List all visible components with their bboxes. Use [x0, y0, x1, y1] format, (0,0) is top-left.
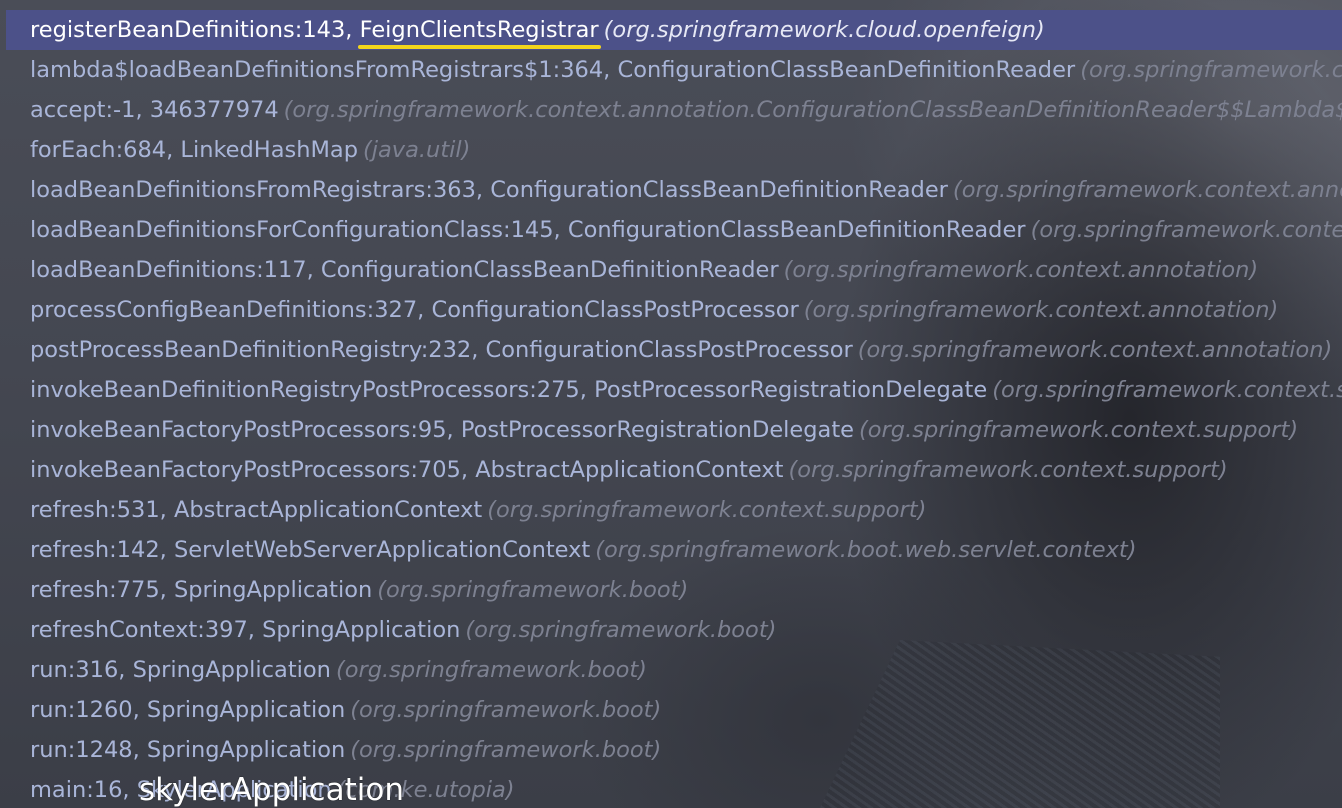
frame-class: PostProcessorRegistrationDelegate	[594, 377, 988, 403]
frame-package: (org.springframework.boot)	[335, 657, 647, 683]
frame-item[interactable]: lambda$loadBeanDefinitionsFromRegistrars…	[0, 50, 1342, 90]
frame-method: run:1248,	[30, 737, 147, 763]
frame-method: invokeBeanFactoryPostProcessors:705,	[30, 457, 476, 483]
frame-package: (org.springframework.context.support)	[788, 457, 1228, 483]
frame-method: refresh:775,	[30, 577, 174, 603]
frame-method: accept:-1,	[30, 97, 150, 123]
frame-method: forEach:684,	[30, 137, 181, 163]
frame-item[interactable]: loadBeanDefinitionsForConfigurationClass…	[0, 210, 1342, 250]
frame-class: ConfigurationClassPostProcessor	[485, 337, 853, 363]
frame-item[interactable]: refresh:142, ServletWebServerApplication…	[0, 530, 1342, 570]
frame-package: (org.springframework.context.support)	[992, 377, 1342, 403]
frame-item[interactable]: invokeBeanFactoryPostProcessors:95, Post…	[0, 410, 1342, 450]
frame-class: ConfigurationClassBeanDefinitionReader	[617, 57, 1076, 83]
frame-class: AbstractApplicationContext	[475, 457, 784, 483]
frame-method: run:1260,	[30, 697, 147, 723]
frame-class: LinkedHashMap	[180, 137, 358, 163]
frame-class-highlighted: FeignClientsRegistrar	[357, 10, 601, 50]
frame-item[interactable]: processConfigBeanDefinitions:327, Config…	[0, 290, 1342, 330]
frame-class: ConfigurationClassBeanDefinitionReader	[320, 257, 779, 283]
frame-package: (java.util)	[362, 137, 471, 163]
frame-method: lambda$loadBeanDefinitionsFromRegistrars…	[30, 57, 618, 83]
frame-class: SpringApplication	[262, 617, 461, 643]
frame-class: SpringApplication	[146, 697, 346, 723]
frame-item[interactable]: postProcessBeanDefinitionRegistry:232, C…	[0, 330, 1342, 370]
frame-method: loadBeanDefinitions:117,	[30, 257, 321, 283]
frame-package: (org.springframework.context.annotation)	[783, 257, 1259, 283]
frame-method: run:316,	[30, 657, 133, 683]
frame-item[interactable]: run:316, SpringApplication (org.springfra…	[0, 650, 1342, 690]
frame-package: (org.springframework.context.annotation)	[952, 177, 1342, 203]
frame-item[interactable]: refresh:531, AbstractApplicationContext(…	[0, 490, 1342, 530]
frame-item[interactable]: run:1260, SpringApplication (org.springfr…	[0, 690, 1342, 730]
frame-package: (org.springframework.context.annotation)	[857, 337, 1333, 363]
frame-package: (org.springframework.cloud.openfeign)	[603, 17, 1045, 43]
frame-item[interactable]: forEach:684, LinkedHashMap (java.util)	[0, 130, 1342, 170]
frame-package: (org.springframework.context.annotation)	[1030, 217, 1342, 243]
frame-package: (org.springframework.boot.web.servlet.co…	[595, 537, 1137, 563]
frame-item[interactable]: run:1248, SpringApplication (org.springfr…	[0, 730, 1342, 770]
frame-package: (org.springframework.boot)	[377, 577, 689, 603]
frame-item-selected[interactable]: registerBeanDefinitions:143, FeignClient…	[6, 10, 1342, 50]
overlay-caption: skylerApplication	[139, 772, 404, 808]
frame-package: (org.springframework.context.support)	[487, 497, 927, 523]
frame-class: ConfigurationClassBeanDefinitionReader	[490, 177, 948, 203]
frame-item[interactable]: invokeBeanFactoryPostProcessors:705, Abs…	[0, 450, 1342, 490]
frame-package: (org.springframework.boot)	[350, 737, 662, 763]
frame-method: main:16,	[30, 777, 137, 803]
frame-class: SpringApplication	[146, 737, 346, 763]
frame-item[interactable]: refreshContext:397, SpringApplication (or…	[0, 610, 1342, 650]
frame-item[interactable]: loadBeanDefinitionsFromRegistrars:363, C…	[0, 170, 1342, 210]
frame-method: invokeBeanDefinitionRegistryPostProcesso…	[30, 377, 595, 403]
frame-class: SpringApplication	[173, 577, 373, 603]
frame-package: (org.springframework.context.annotation)	[1080, 57, 1342, 83]
frame-class: ConfigurationClassPostProcessor	[431, 297, 799, 323]
frame-package: (org.springframework.boot)	[465, 617, 777, 643]
frame-item[interactable]: refresh:775, SpringApplication (org.sprin…	[0, 570, 1342, 610]
frame-class: 346377974	[149, 97, 279, 123]
frame-method: postProcessBeanDefinitionRegistry:232,	[30, 337, 486, 363]
frame-method: registerBeanDefinitions:143,	[30, 17, 360, 43]
frame-class: ConfigurationClassBeanDefinitionReader	[567, 217, 1026, 243]
debugger-frames-list[interactable]: registerBeanDefinitions:143, FeignClient…	[0, 10, 1342, 808]
frame-method: loadBeanDefinitionsFromRegistrars:363,	[30, 177, 491, 203]
frame-package: (org.springframework.context.support)	[859, 417, 1299, 443]
frame-method: refresh:531,	[30, 497, 174, 523]
frame-package: (org.springframework.boot)	[350, 697, 662, 723]
frame-package: (org.springframework.context.annotation.…	[283, 97, 1342, 123]
frame-class: ServletWebServerApplicationContext	[173, 537, 591, 563]
frame-class: SpringApplication	[132, 657, 331, 683]
frame-item[interactable]: invokeBeanDefinitionRegistryPostProcesso…	[0, 370, 1342, 410]
frame-method: invokeBeanFactoryPostProcessors:95,	[30, 417, 461, 443]
frame-package: (org.springframework.context.annotation)	[803, 297, 1279, 323]
frame-method: loadBeanDefinitionsForConfigurationClass…	[30, 217, 568, 243]
frame-class: AbstractApplicationContext	[173, 497, 483, 523]
frame-item[interactable]: accept:-1, 346377974 (org.springframework…	[0, 90, 1342, 130]
frame-method: processConfigBeanDefinitions:327,	[30, 297, 432, 323]
frame-method: refreshContext:397,	[30, 617, 263, 643]
frame-method: refresh:142,	[30, 537, 174, 563]
frame-item[interactable]: loadBeanDefinitions:117, ConfigurationCl…	[0, 250, 1342, 290]
frame-class: PostProcessorRegistrationDelegate	[460, 417, 854, 443]
